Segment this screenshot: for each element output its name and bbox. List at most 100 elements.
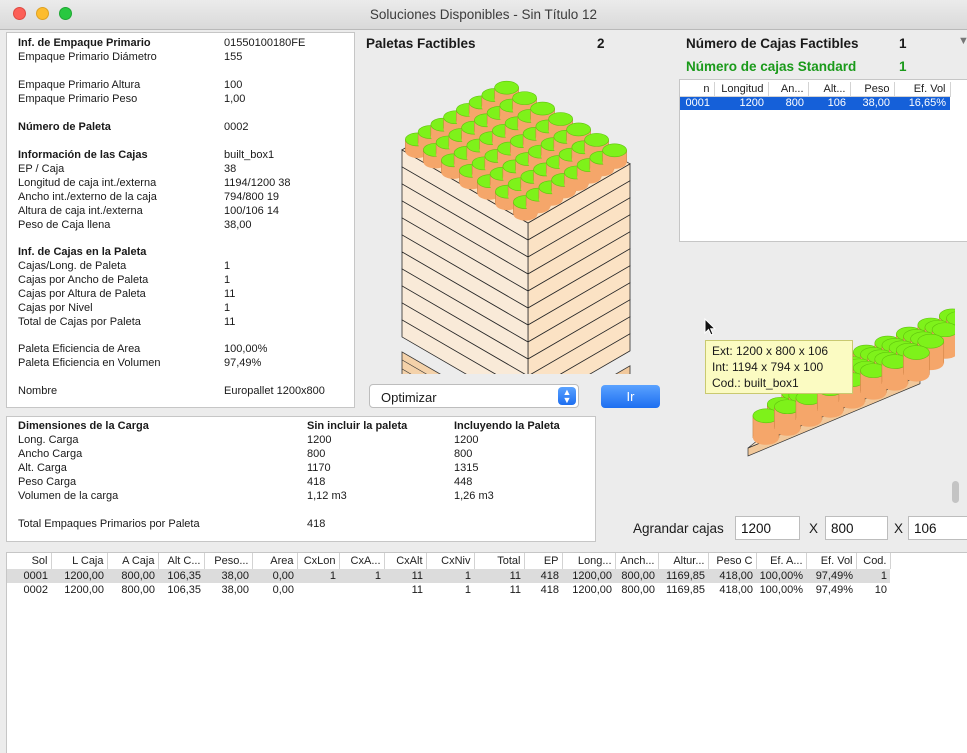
column-header[interactable]: CxLon [297,553,340,569]
layer-cylinder-bottom [838,394,865,409]
table-cell: 800,00 [107,569,158,583]
table-cell: 800 [768,96,808,110]
preview-scrollbar[interactable] [952,481,959,503]
load-dim-v2: 800 [454,448,473,460]
table-cell: 1200 [714,96,768,110]
box-length-label: Longitud de caja int./externa [18,177,157,189]
table-row[interactable]: 0001 1200 800 106 38,00 16,65% [680,96,950,110]
total-boxes-label: Total de Cajas por Paleta [18,316,141,328]
column-header[interactable]: Ef. Vol [806,553,857,569]
column-header[interactable]: A Caja [107,553,159,569]
column-header[interactable]: Longitud [714,82,769,97]
tooltip-ext: Ext: 1200 x 800 x 106 [712,344,829,358]
enlarge-height-input[interactable] [908,516,967,540]
box-name: built_box1 [224,149,275,161]
boxes-per-width-value: 1 [224,274,231,286]
window-title: Soluciones Disponibles - Sin Título 12 [369,7,598,22]
column-header[interactable]: Altur... [658,553,709,569]
load-dim-v1: 800 [307,448,326,460]
load-dim-lbl: Long. Carga [18,434,79,446]
table-cell: 800,00 [121,584,155,596]
triangle-down-icon[interactable]: ▼ [958,35,967,47]
box-tooltip: Ext: 1200 x 800 x 106 Int: 1194 x 794 x … [705,340,853,394]
primary-package-code: 01550100180FE [224,37,306,49]
box-weight-label: Peso de Caja llena [18,219,111,231]
table-cell: 1169,85 [666,584,705,596]
column-header[interactable]: EP [524,553,563,569]
column-header[interactable]: CxA... [339,553,385,569]
table-cell: 1 [426,569,474,583]
column-header[interactable]: Peso C [708,553,757,569]
layer-cylinder-bottom [795,412,822,427]
layer-cylinder-bottom [881,376,908,391]
enlarge-length-input[interactable] [735,516,800,540]
feasible-pallets-count: 2 [597,36,605,51]
column-header[interactable]: n [680,82,715,97]
column-header[interactable]: Ef. Vol [894,82,951,97]
volume-efficiency-value: 97,49% [224,357,262,369]
boxes-per-height-value: 11 [224,288,236,300]
box-height-value: 100/106 14 [224,205,280,217]
title-bar: Soluciones Disponibles - Sin Título 12 [0,0,967,30]
table-cell: 100,00% [759,584,803,596]
cylinder-top [584,133,609,147]
load-dim-v2: 1,26 m3 [454,490,494,502]
table-cell: 38,00 [204,569,252,583]
table-cell: 0002 [23,584,48,596]
column-header[interactable]: An... [768,82,809,97]
table-cell: 106,35 [167,584,201,596]
column-header[interactable]: Alt... [808,82,851,97]
go-button[interactable]: Ir [601,385,660,408]
area-efficiency-value: 100,00% [224,343,268,355]
column-header[interactable]: Long... [562,553,616,569]
name-value: Europallet 1200x800 [224,385,325,397]
pallet-boxes-heading: Inf. de Cajas en la Paleta [18,246,147,258]
table-row[interactable]: 0002 1200,00 800,00 106,35 38,00 0,00 11 1 11 418… [7,583,890,597]
table-cell: 97,49% [815,584,853,596]
column-header[interactable]: Total [474,553,525,569]
column-header[interactable]: Peso... [204,553,253,569]
table-row[interactable]: 0001 1200,00 800,00 106,35 38,00 0,00 1 1 11 1 11 4… [7,569,890,583]
box-length-value: 1194/1200 38 [224,177,291,189]
load-dimensions-heading: Dimensiones de la Carga [18,420,149,432]
load-dim-lbl: Alt. Carga [18,462,67,474]
column-header[interactable]: CxAlt [384,553,427,569]
column-header[interactable]: Area [252,553,298,569]
table-cell: 106 [808,96,850,110]
table-cell: 418 [524,569,562,583]
column-header[interactable]: Ef. A... [756,553,807,569]
boxes-per-level-label: Cajas por Nivel [18,302,93,314]
feasible-pallets-heading: Paletas Factibles [366,36,476,51]
optimize-select[interactable]: Optimizar ▲ ▼ [369,384,579,408]
column-header[interactable]: Peso [850,82,895,97]
column-header[interactable]: Anch... [615,553,659,569]
cylinder-top [602,143,627,158]
enlarge-width-input[interactable] [825,516,888,540]
column-header[interactable]: L Caja [51,553,108,569]
column-header[interactable]: Cod. [856,553,891,569]
feasible-boxes-count: 1 [899,36,907,51]
table-cell: 38,00 [850,96,894,110]
box-width-value: 794/800 19 [224,191,280,203]
table-cell: 100,00% [756,569,806,583]
without-pallet-heading: Sin incluir la paleta [307,420,408,432]
with-pallet-heading: Incluyendo la Paleta [454,420,560,432]
boxes-per-length-label: Cajas/Long. de Paleta [18,260,127,272]
feasible-boxes-table: n Longitud An... Alt... Peso Ef. Vol 0001 1200… [680,82,951,110]
boxes-per-level-value: 1 [224,302,231,314]
table-cell: 106,35 [158,569,204,583]
layer-cylinder-top [903,345,930,360]
column-header[interactable]: Sol [7,553,52,569]
table-cell [339,583,384,597]
height-value: 100 [224,79,243,91]
load-dim-lbl: Peso Carga [18,476,77,488]
feasible-boxes-heading: Número de Cajas Factibles [686,36,859,51]
column-header[interactable]: Alt C... [158,553,205,569]
table-cell: 0001 [7,569,51,583]
column-header[interactable]: CxNiv [426,553,475,569]
cylinder-top [566,122,591,137]
ep-per-box-label: EP / Caja [18,163,65,175]
standard-boxes-heading: Número de cajas Standard [686,59,857,74]
table-cell: 16,65% [894,96,950,110]
layer-cylinder-bottom [817,403,844,418]
